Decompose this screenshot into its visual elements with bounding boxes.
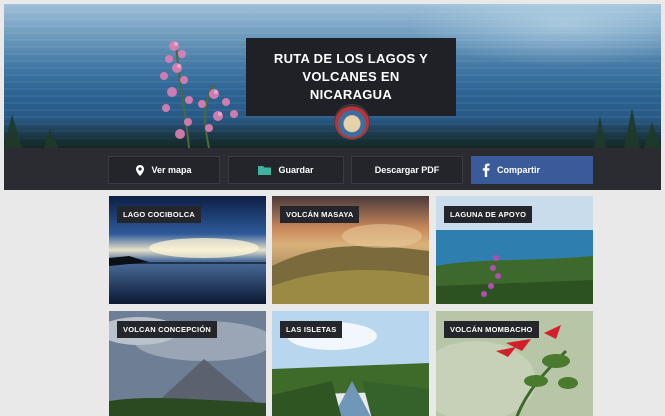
card-volcan-mombacho[interactable]: VOLCÁN MOMBACHO — [436, 311, 593, 416]
ver-mapa-label: Ver mapa — [151, 165, 192, 175]
map-pin-icon — [136, 164, 145, 176]
author-avatar[interactable] — [334, 104, 370, 140]
card-title: VOLCAN CONCEPCIÓN — [117, 321, 217, 338]
ver-mapa-button[interactable]: Ver mapa — [108, 156, 220, 184]
card-laguna-de-apoyo[interactable]: LAGUNA DE APOYO — [436, 196, 593, 304]
card-title: VOLCÁN MASAYA — [280, 206, 360, 223]
card-title: LAGO COCIBOLCA — [117, 206, 201, 223]
card-title: LAS ISLETAS — [280, 321, 343, 338]
descargar-pdf-button[interactable]: Descargar PDF — [351, 156, 463, 184]
card-lago-cocibolca[interactable]: LAGO COCIBOLCA — [109, 196, 266, 304]
card-volcan-concepcion[interactable]: VOLCAN CONCEPCIÓN — [109, 311, 266, 416]
descargar-pdf-label: Descargar PDF — [374, 165, 440, 175]
guardar-button[interactable]: Guardar — [228, 156, 344, 184]
action-bar: Ver mapa Guardar Descargar PDF Compartir — [4, 148, 661, 190]
card-volcan-masaya[interactable]: VOLCÁN MASAYA — [272, 196, 429, 304]
card-title: LAGUNA DE APOYO — [444, 206, 533, 223]
compartir-label: Compartir — [497, 165, 541, 175]
facebook-icon — [482, 163, 490, 177]
compartir-button[interactable]: Compartir — [471, 156, 593, 184]
card-las-isletas[interactable]: LAS ISLETAS — [272, 311, 429, 416]
guardar-label: Guardar — [278, 165, 314, 175]
hero-banner: RUTA DE LOS LAGOS Y VOLCANES EN NICARAGU… — [4, 4, 661, 148]
page-frame: RUTA DE LOS LAGOS Y VOLCANES EN NICARAGU… — [4, 4, 661, 416]
page-title: RUTA DE LOS LAGOS Y VOLCANES EN NICARAGU… — [273, 51, 429, 102]
folder-icon — [258, 165, 272, 175]
card-title: VOLCÁN MOMBACHO — [444, 321, 539, 338]
